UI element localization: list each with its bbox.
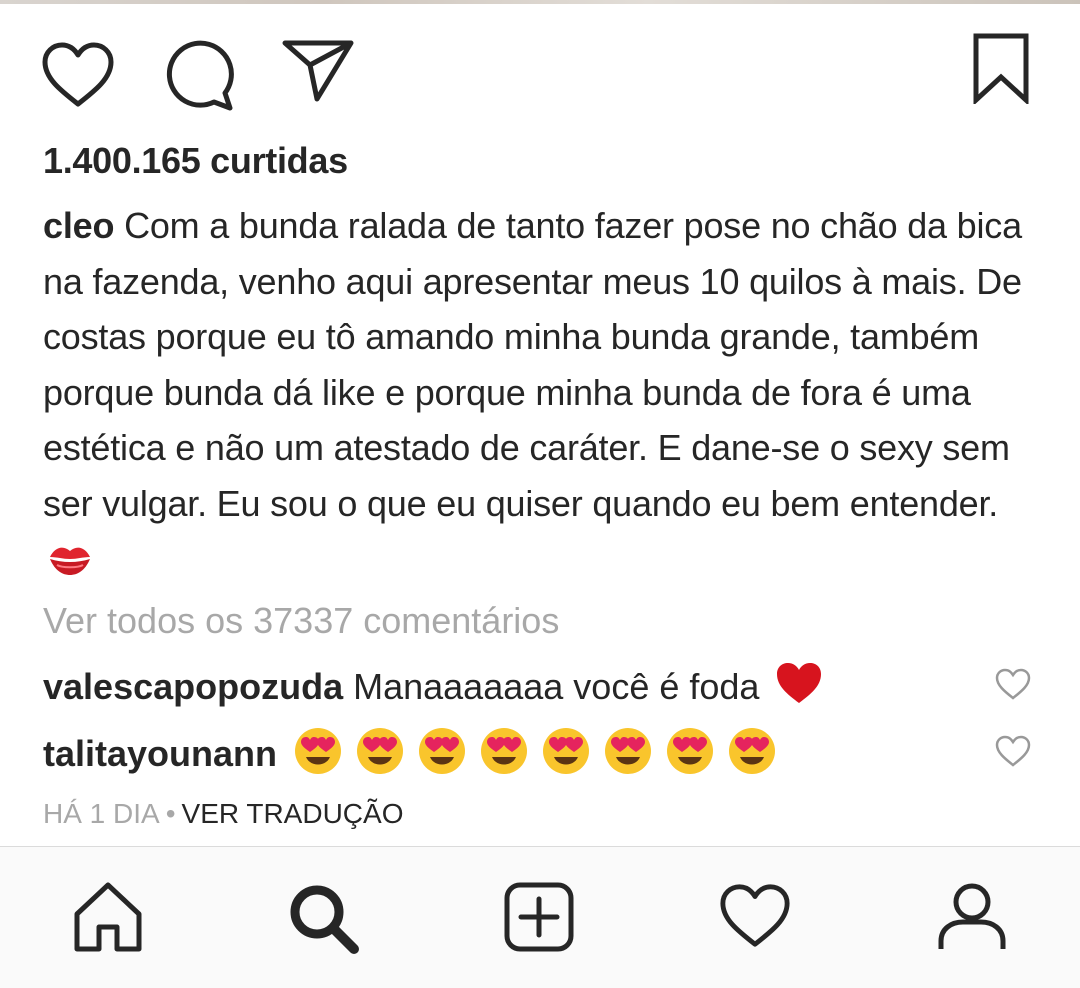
post-image-edge [0, 0, 1080, 4]
profile-icon[interactable] [936, 881, 1008, 958]
meta-separator: • [165, 798, 176, 829]
heart-eyes-emoji [481, 728, 528, 774]
caption-text: Com a bunda ralada de tanto fazer pose n… [43, 205, 1022, 524]
heart-eyes-emoji-group [293, 726, 779, 785]
heart-eyes-emoji [667, 728, 714, 774]
bookmark-icon[interactable] [972, 32, 1030, 104]
heart-eyes-emoji [543, 728, 590, 774]
comment-like-heart-icon[interactable] [994, 734, 1032, 773]
post-action-bar [0, 30, 1080, 112]
comment-bubble-icon[interactable] [162, 40, 236, 112]
see-translation-link[interactable]: VER TRADUÇÃO [182, 798, 404, 829]
heart-eyes-emoji [295, 728, 342, 774]
paper-plane-icon[interactable] [281, 38, 355, 104]
new-post-icon[interactable] [503, 881, 575, 958]
activity-heart-icon[interactable] [718, 881, 792, 956]
likes-count[interactable]: 1.400.165 curtidas [43, 140, 348, 182]
heart-outline-icon[interactable] [40, 40, 116, 110]
search-icon[interactable] [286, 881, 362, 962]
view-all-comments-link[interactable]: Ver todos os 37337 comentários [43, 600, 559, 642]
bottom-navigation-bar [0, 846, 1080, 988]
comment-like-heart-icon[interactable] [994, 667, 1032, 706]
comment-username[interactable]: talitayounann [43, 733, 277, 774]
post-timestamp: HÁ 1 DIA [43, 798, 160, 829]
red-heart-emoji [775, 661, 823, 714]
heart-eyes-emoji [357, 728, 404, 774]
heart-eyes-emoji [729, 728, 776, 774]
comment-username[interactable]: valescapopozuda [43, 666, 343, 707]
heart-eyes-emoji [605, 728, 652, 774]
comment-row: talitayounann [43, 726, 973, 785]
comment-text: Manaaaaaaa você é foda [353, 666, 760, 707]
post-meta: HÁ 1 DIA • VER TRADUÇÃO [43, 798, 403, 830]
home-icon[interactable] [72, 881, 144, 958]
post-caption: cleo Com a bunda ralada de tanto fazer p… [43, 198, 1043, 595]
caption-username[interactable]: cleo [43, 205, 114, 246]
heart-eyes-emoji [419, 728, 466, 774]
kiss-mark-emoji [47, 539, 93, 595]
comment-row: valescapopozuda Manaaaaaaa você é foda [43, 661, 973, 714]
